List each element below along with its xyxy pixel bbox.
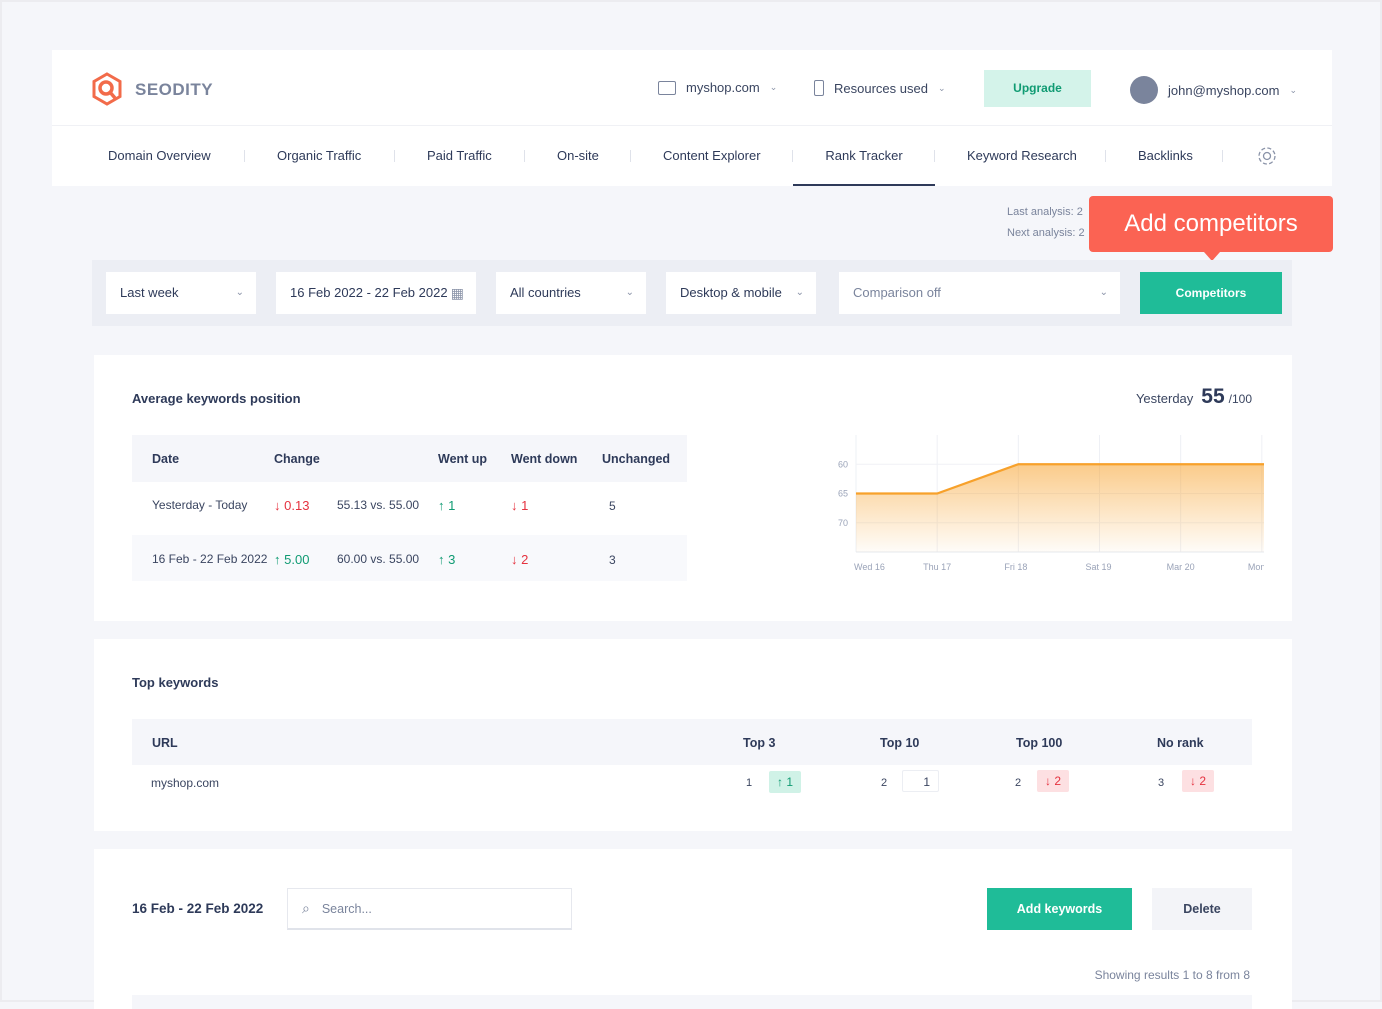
- yesterday-label: Yesterday: [1136, 391, 1193, 406]
- chevron-down-icon: ⌄: [236, 272, 244, 314]
- change-badge: ↑ 1: [769, 771, 801, 793]
- resources-menu[interactable]: Resources used ⌄: [814, 80, 946, 96]
- device-select[interactable]: Desktop & mobile⌄: [666, 272, 816, 314]
- add-keywords-button[interactable]: Add keywords: [987, 888, 1132, 930]
- column-header: Unchanged: [602, 452, 670, 466]
- logo-icon: [90, 72, 124, 111]
- tab-content-explorer[interactable]: Content Explorer: [663, 126, 761, 186]
- project-selector[interactable]: myshop.com ⌄: [658, 80, 777, 95]
- tab-paid-traffic[interactable]: Paid Traffic: [427, 126, 492, 186]
- table-header: [132, 719, 1252, 765]
- x-tick-label: Wed 16: [854, 562, 885, 572]
- add-competitors-tooltip: Add competitors: [1089, 196, 1333, 252]
- column-header: Change: [274, 452, 320, 466]
- resources-label: Resources used: [834, 81, 928, 96]
- competitors-button[interactable]: Competitors: [1140, 272, 1282, 314]
- tab-keyword-research[interactable]: Keyword Research: [967, 126, 1077, 186]
- url-link[interactable]: myshop.com: [151, 776, 219, 790]
- country-select[interactable]: All countries⌄: [496, 272, 646, 314]
- user-menu[interactable]: john@myshop.com ⌄: [1130, 76, 1297, 104]
- period-select[interactable]: Last week⌄: [106, 272, 256, 314]
- position-chart: Wed 16Thu 17Fri 18Sat 19Mar 20Mon 21Tue …: [724, 425, 1264, 575]
- y-tick-label: 65: [838, 489, 848, 499]
- main-nav: Domain Overview Organic Traffic Paid Tra…: [52, 126, 1332, 186]
- change-badge: ↓ 2: [1037, 770, 1069, 792]
- folder-icon: [658, 81, 676, 95]
- delete-button[interactable]: Delete: [1152, 888, 1252, 930]
- column-header: Top 10: [880, 736, 919, 750]
- change-badge: 1: [902, 770, 939, 792]
- tab-on-site[interactable]: On-site: [557, 126, 599, 186]
- area-fill: [856, 464, 1264, 552]
- chevron-down-icon: ⌄: [770, 82, 778, 93]
- y-tick-label: 70: [838, 518, 848, 528]
- score-max: /100: [1229, 392, 1252, 406]
- chevron-down-icon: ⌄: [1289, 85, 1297, 96]
- change-badge: ↓ 2: [1182, 770, 1214, 792]
- chevron-down-icon: ⌄: [938, 83, 946, 94]
- average-position-card: Average keywords position Yesterday 55 /…: [94, 355, 1292, 621]
- tab-rank-tracker[interactable]: Rank Tracker: [793, 126, 935, 186]
- user-email: john@myshop.com: [1168, 83, 1279, 98]
- gear-icon[interactable]: [1256, 145, 1278, 172]
- search-icon: ⌕: [302, 900, 310, 917]
- next-analysis: Next analysis: 2: [1007, 227, 1085, 239]
- column-header: URL: [152, 736, 178, 750]
- results-count: Showing results 1 to 8 from 8: [1095, 968, 1250, 982]
- battery-icon: [814, 80, 824, 96]
- x-tick-label: Fri 18: [1004, 562, 1027, 572]
- project-name: myshop.com: [686, 80, 760, 95]
- tab-organic-traffic[interactable]: Organic Traffic: [277, 126, 361, 186]
- avatar: [1130, 76, 1158, 104]
- x-tick-label: Sat 19: [1086, 562, 1112, 572]
- score-value: 55: [1201, 385, 1224, 409]
- x-tick-label: Mar 20: [1167, 562, 1195, 572]
- tab-backlinks[interactable]: Backlinks: [1138, 126, 1193, 186]
- keywords-card: 16 Feb - 22 Feb 2022 ⌕ Search... Add key…: [94, 849, 1292, 1009]
- x-tick-label: Mon 21: [1248, 562, 1264, 572]
- last-analysis: Last analysis: 2: [1007, 206, 1083, 218]
- x-tick-label: Thu 17: [923, 562, 951, 572]
- tab-domain-overview[interactable]: Domain Overview: [108, 126, 211, 186]
- filter-bar: Last week⌄ 16 Feb 2022 - 22 Feb 2022▦ Al…: [92, 260, 1292, 326]
- brand-name: SEODITY: [135, 80, 213, 100]
- top-header: SEODITY myshop.com ⌄ Resources used ⌄ Upgr…: [52, 50, 1332, 186]
- column-header: Date: [152, 452, 179, 466]
- upgrade-button[interactable]: Upgrade: [984, 70, 1091, 107]
- comparison-select[interactable]: Comparison off⌄: [839, 272, 1120, 314]
- y-tick-label: 60: [838, 459, 848, 469]
- date-range-title: 16 Feb - 22 Feb 2022: [132, 901, 263, 916]
- section-title: Top keywords: [132, 675, 218, 690]
- chevron-down-icon: ⌄: [626, 272, 634, 314]
- chevron-down-icon: ⌄: [796, 272, 804, 314]
- section-title: Average keywords position: [132, 391, 301, 406]
- column-header: Top 100: [1016, 736, 1062, 750]
- column-header: Top 3: [743, 736, 775, 750]
- chevron-down-icon: ⌄: [1100, 272, 1108, 314]
- column-header: No rank: [1157, 736, 1204, 750]
- column-header: Went down: [511, 452, 577, 466]
- search-input[interactable]: ⌕ Search...: [287, 888, 572, 930]
- date-range-picker[interactable]: 16 Feb 2022 - 22 Feb 2022▦: [276, 272, 476, 314]
- table-header: [132, 995, 1252, 1009]
- top-keywords-card: Top keywords URL Top 3 Top 10 Top 100 No…: [94, 639, 1292, 831]
- column-header: Went up: [438, 452, 487, 466]
- calendar-icon: ▦: [451, 272, 464, 314]
